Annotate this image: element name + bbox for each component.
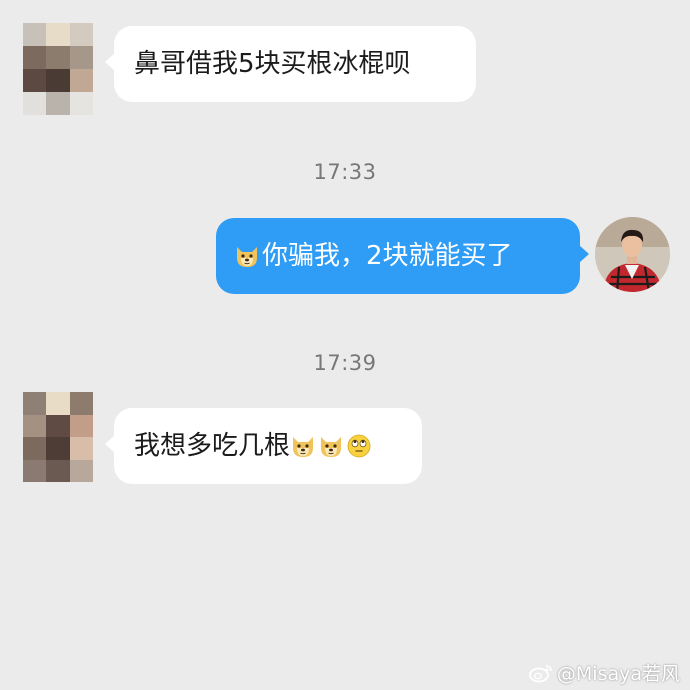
message-text: 鼻哥借我5块买根冰棍呗 <box>134 49 411 79</box>
chat-screen: 鼻哥借我5块买根冰棍呗 17:33 你骗我，2块就能买了 17:39 我想多吃几… <box>0 0 690 690</box>
eye-roll-icon <box>347 434 371 458</box>
doge-icon <box>237 247 257 267</box>
timestamp: 17:33 <box>313 160 377 184</box>
bubble-tail <box>579 245 589 263</box>
incoming-message-bubble[interactable]: 我想多吃几根 <box>105 408 422 484</box>
watermark: @Misaya若风 <box>528 659 680 686</box>
incoming-message-bubble[interactable]: 鼻哥借我5块买根冰棍呗 <box>105 26 476 102</box>
doge-icon <box>293 437 314 457</box>
timestamp: 17:39 <box>313 351 377 375</box>
person-avatar-icon <box>595 217 670 292</box>
weibo-icon <box>528 664 552 682</box>
contact-avatar-pixelated[interactable] <box>23 23 93 115</box>
watermark-text: @Misaya若风 <box>556 663 680 685</box>
message-text: 我想多吃几根 <box>134 431 291 461</box>
self-avatar[interactable] <box>595 217 670 292</box>
message-text: 你骗我，2块就能买了 <box>262 241 513 271</box>
bubble-tail <box>105 435 115 453</box>
outgoing-message-bubble[interactable]: 你骗我，2块就能买了 <box>216 218 589 294</box>
bubble-tail <box>105 53 115 71</box>
contact-avatar-pixelated[interactable] <box>23 392 93 482</box>
doge-icon <box>321 437 342 457</box>
